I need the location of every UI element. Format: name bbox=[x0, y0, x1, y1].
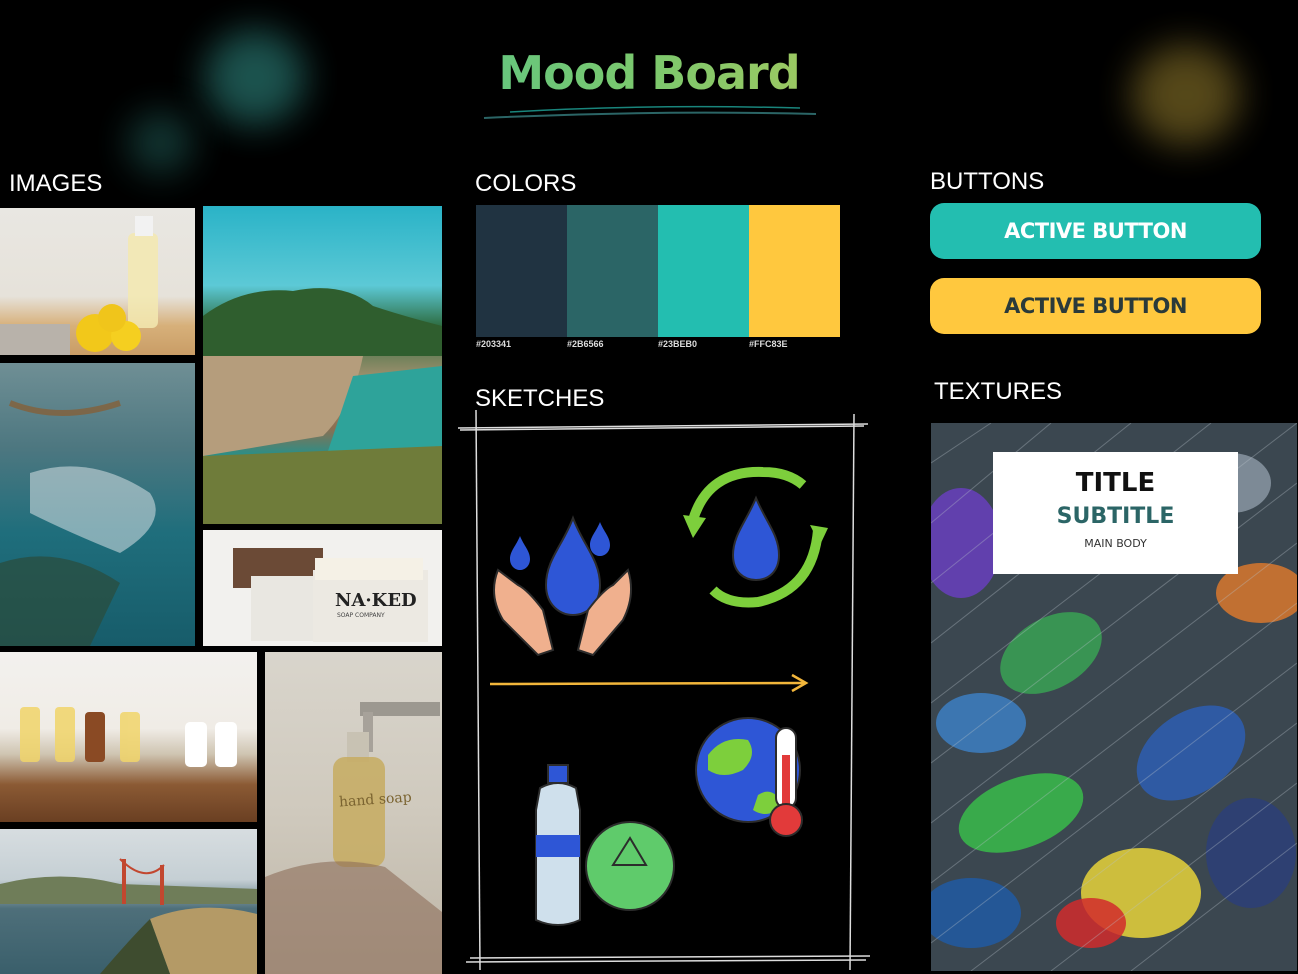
active-button-secondary[interactable]: ACTIVE BUTTON bbox=[930, 278, 1261, 334]
image-lemons-spray bbox=[0, 208, 195, 355]
swatch-dark-teal bbox=[567, 205, 658, 337]
hex-label-2: #2B6566 bbox=[567, 339, 604, 349]
image-golden-gate bbox=[0, 829, 257, 974]
soap-brand-text: NA·KED bbox=[335, 590, 417, 611]
colors-label: COLORS bbox=[475, 170, 577, 197]
texture-text-card: TITLE SUBTITLE MAIN BODY bbox=[993, 452, 1238, 574]
water-cycle-icon bbox=[683, 466, 828, 608]
hex-label-1: #203341 bbox=[476, 339, 512, 349]
teal-glow-small bbox=[128, 112, 193, 174]
card-title: TITLE bbox=[1075, 468, 1156, 498]
image-ocean-plastic bbox=[0, 363, 195, 646]
soap-sub-text: SOAP COMPANY bbox=[337, 612, 385, 619]
buttons-label: BUTTONS bbox=[930, 168, 1045, 195]
page-title: Mood Board bbox=[0, 46, 1298, 100]
swatch-yellow bbox=[749, 205, 840, 337]
sketch-frame bbox=[458, 410, 870, 970]
image-refill-shop bbox=[0, 652, 257, 822]
image-soap-bars: NA·KED SOAP COMPANY bbox=[203, 530, 442, 646]
active-button-primary[interactable]: ACTIVE BUTTON bbox=[930, 203, 1261, 259]
card-body: MAIN BODY bbox=[1084, 537, 1147, 550]
image-soap-bottle: hand soap bbox=[265, 652, 442, 974]
image-coastal-cliff bbox=[203, 206, 442, 524]
recycle-bottle-icon bbox=[535, 764, 675, 926]
images-label: IMAGES bbox=[9, 170, 103, 197]
global-warming-icon bbox=[695, 717, 803, 837]
arrow-right-icon bbox=[489, 673, 809, 693]
water-hands-icon bbox=[493, 515, 633, 657]
swatch-navy bbox=[476, 205, 567, 337]
swatch-teal bbox=[658, 205, 749, 337]
hex-label-3: #23BEB0 bbox=[658, 339, 698, 349]
sketches-label: SKETCHES bbox=[475, 385, 605, 412]
hex-label-4: #FFC83E bbox=[749, 339, 788, 349]
title-underline bbox=[483, 105, 817, 119]
textures-label: TEXTURES bbox=[934, 378, 1063, 405]
card-subtitle: SUBTITLE bbox=[1056, 504, 1175, 529]
